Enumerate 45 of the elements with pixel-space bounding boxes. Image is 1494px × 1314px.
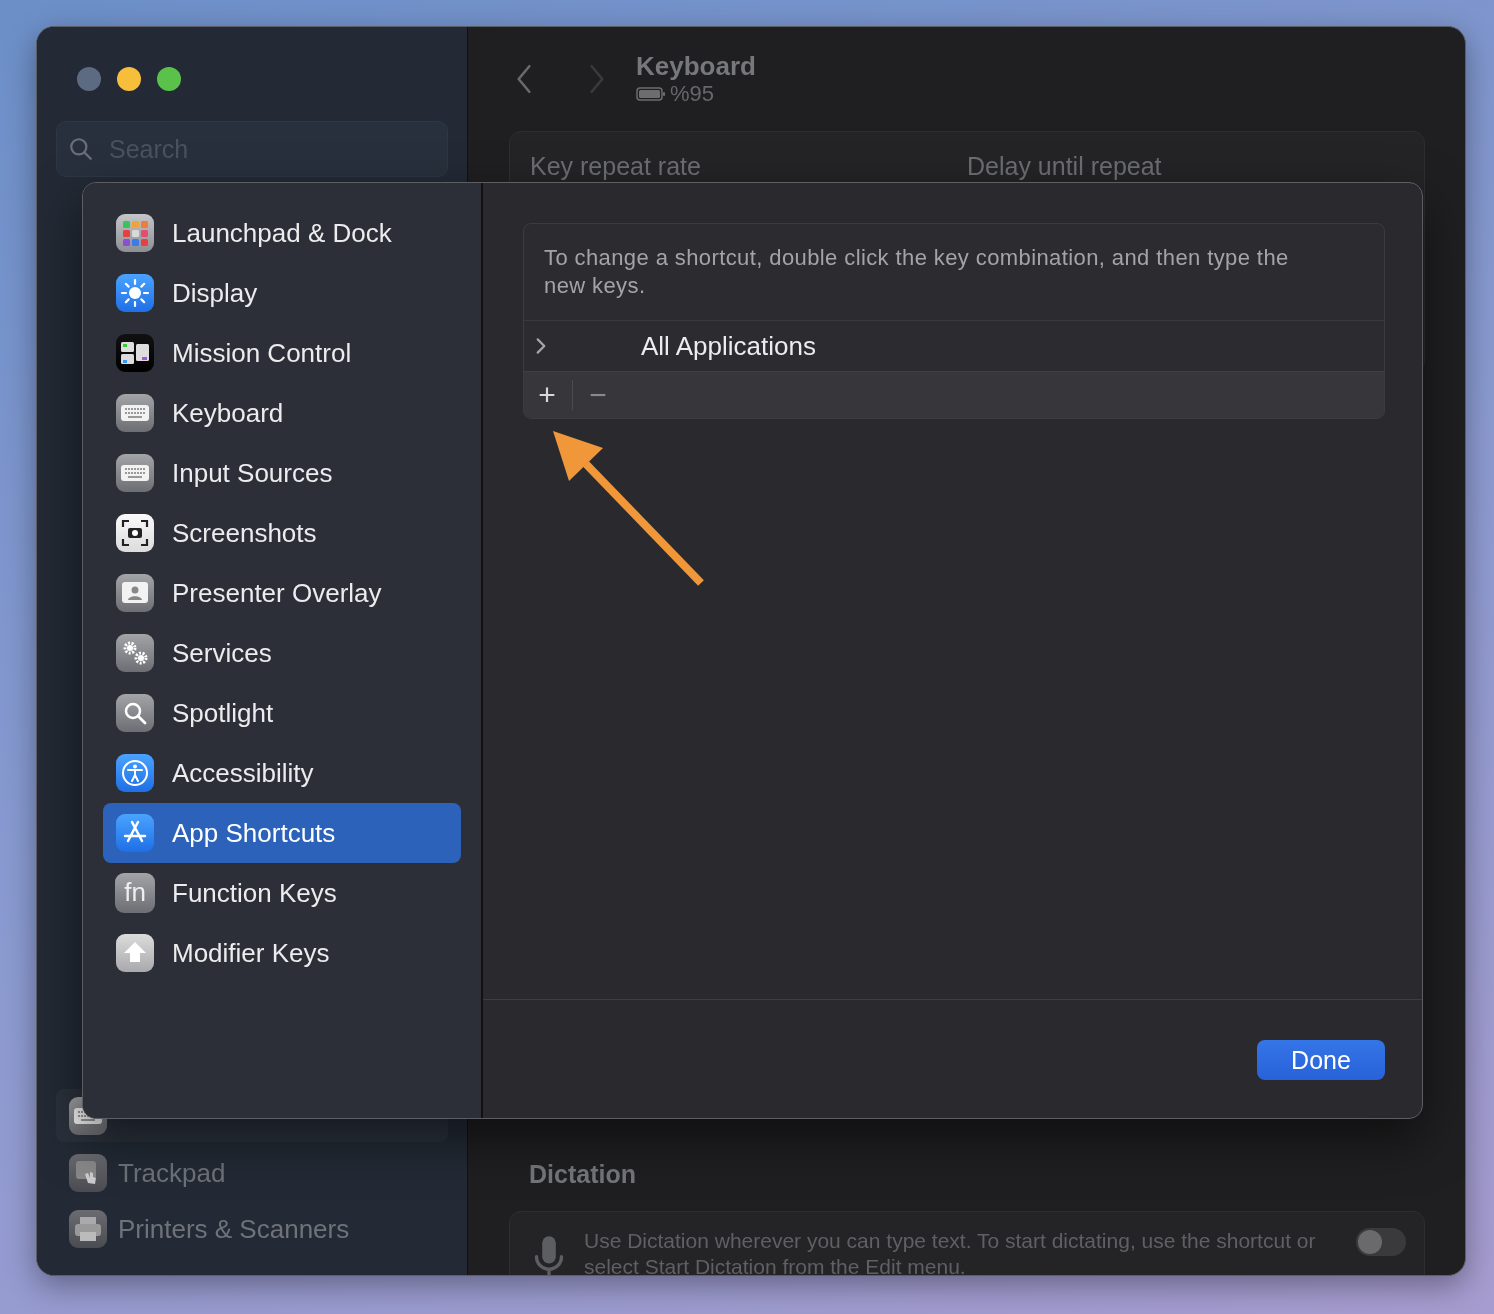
setting-label: Delay until repeat (967, 152, 1163, 181)
zoom-button[interactable] (157, 67, 181, 91)
person-icon (115, 573, 155, 613)
minimize-button[interactable] (117, 67, 141, 91)
add-button[interactable]: + (534, 380, 560, 410)
search-icon (115, 693, 155, 733)
sidebar-item[interactable]: Modifier Keys (103, 923, 461, 983)
battery-level: %95 (670, 81, 715, 107)
dictation-description: Use Dictation wherever you can type text. To start dictating, use the shortcut or select Start Dictation from the Edit menu. (584, 1228, 1317, 1275)
shortcut-group-row[interactable]: All Applications (524, 321, 1384, 371)
done-button[interactable]: Done (1257, 1040, 1385, 1080)
sidebar-item[interactable]: fn Function Keys (103, 863, 461, 923)
app-grid-icon (115, 213, 155, 253)
shift-icon (115, 933, 155, 973)
window-title: Keyboard (636, 51, 756, 81)
gears-icon (115, 633, 155, 673)
fn-icon: fn (115, 873, 155, 913)
sidebar-item[interactable]: Presenter Overlay (103, 563, 461, 623)
instructions-text: To change a shortcut, double click the key combination, and then type the new keys. (524, 224, 1384, 321)
section-heading: Dictation (528, 1159, 637, 1190)
keyboard-icon (115, 393, 155, 433)
dictation-toggle[interactable] (1356, 1228, 1406, 1256)
sidebar-item[interactable]: App Shortcuts (103, 803, 461, 863)
windows-icon (115, 333, 155, 373)
back-button[interactable] (515, 63, 533, 95)
accessibility-icon (115, 753, 155, 793)
camera-icon (115, 513, 155, 553)
printer-icon (68, 1209, 108, 1249)
battery-icon (636, 87, 666, 101)
sidebar-item[interactable]: Launchpad & Dock (103, 203, 461, 263)
close-button[interactable] (77, 67, 101, 91)
sidebar-item[interactable]: Display (103, 263, 461, 323)
sidebar-item[interactable]: Keyboard (103, 383, 461, 443)
sun-icon (115, 273, 155, 313)
sidebar-item[interactable]: Screenshots (103, 503, 461, 563)
setting-label: Key repeat rate (530, 152, 702, 181)
keyboard-icon (115, 453, 155, 493)
app-store-icon (115, 813, 155, 853)
trackpad-icon (68, 1153, 108, 1193)
chevron-icon (534, 335, 548, 357)
sidebar-item[interactable]: Input Sources (103, 443, 461, 503)
sidebar-item[interactable]: Accessibility (103, 743, 461, 803)
sidebar-item[interactable]: Services (103, 623, 461, 683)
sidebar-item[interactable]: Mission Control (103, 323, 461, 383)
sidebar-item[interactable]: Spotlight (103, 683, 461, 743)
